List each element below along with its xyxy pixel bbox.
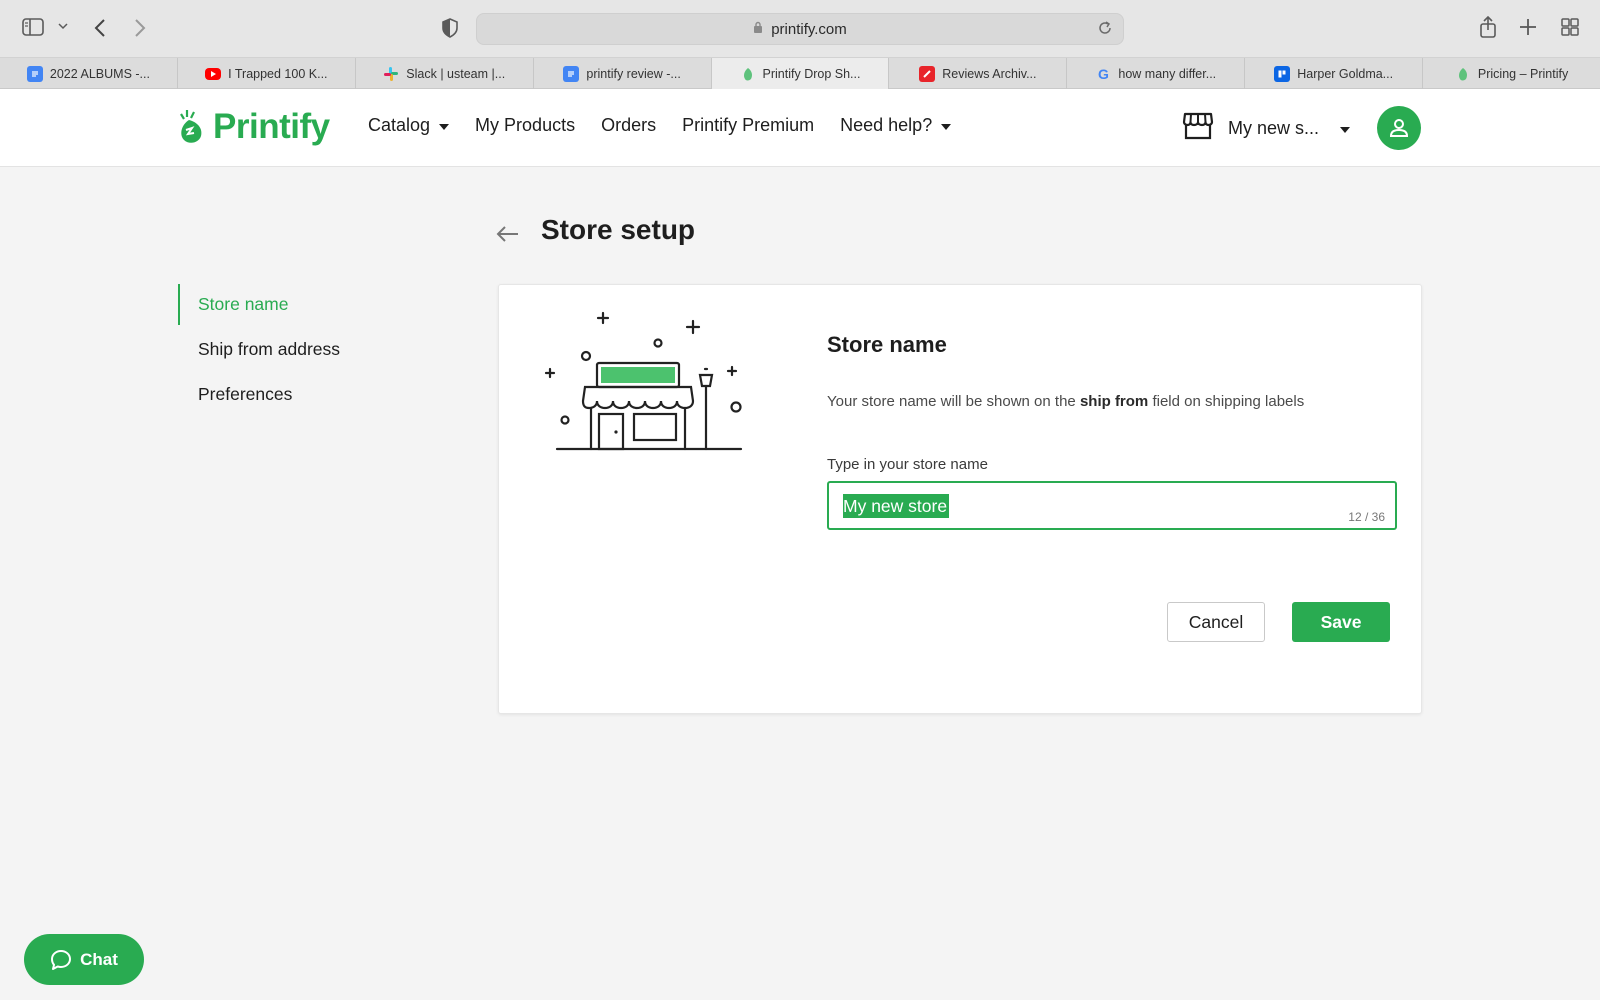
chat-label: Chat <box>80 949 118 969</box>
tab-label: Reviews Archiv... <box>942 66 1037 81</box>
tab-label: Pricing – Printify <box>1477 66 1569 81</box>
tab-label: how many differ... <box>1118 66 1217 81</box>
main-nav: Catalog My Products Orders Printify Prem… <box>368 115 977 136</box>
nav-premium-label: Printify Premium <box>682 115 815 135</box>
tab-overview-icon[interactable] <box>1561 18 1579 36</box>
logo-text: Printify <box>213 107 330 146</box>
browser-tab[interactable]: Harper Goldma... <box>1245 58 1424 89</box>
url-text: printify.com <box>771 20 847 38</box>
nav-catalog[interactable]: Catalog <box>368 115 450 136</box>
nav-orders-label: Orders <box>601 115 657 135</box>
browser-tab[interactable]: 2022 ALBUMS -... <box>0 58 178 89</box>
tab-label: I Trapped 100 K... <box>228 66 328 81</box>
store-selector[interactable]: My new s... <box>1182 111 1350 146</box>
tab-label: Slack | usteam |... <box>406 66 506 81</box>
side-nav-preferences[interactable]: Preferences <box>178 374 438 415</box>
nav-my-products-label: My Products <box>475 115 576 135</box>
card-description: Your store name will be shown on the shi… <box>827 393 1304 410</box>
storefront-illustration <box>543 311 753 476</box>
google-docs-icon <box>563 65 580 82</box>
nav-need-help[interactable]: Need help? <box>840 115 952 136</box>
tab-bar: 2022 ALBUMS -... I Trapped 100 K... Slac… <box>0 58 1600 89</box>
youtube-icon <box>205 67 222 80</box>
store-name-field-label: Type in your store name <box>827 456 988 473</box>
google-icon: G <box>1097 65 1109 82</box>
caret-down-icon <box>941 123 952 130</box>
tab-label: Harper Goldma... <box>1297 66 1394 81</box>
back-arrow-icon[interactable] <box>496 221 520 249</box>
description-bold-text: ship from <box>1079 393 1149 410</box>
storefront-icon <box>1182 111 1214 146</box>
browser-toolbar: printify.com <box>0 0 1600 58</box>
nav-my-products[interactable]: My Products <box>475 115 575 136</box>
forward-icon[interactable] <box>134 18 146 38</box>
browser-tab[interactable]: I Trapped 100 K... <box>178 58 356 89</box>
share-icon[interactable] <box>1479 16 1497 38</box>
store-name-field[interactable]: 12 / 36 <box>827 481 1397 530</box>
description-text: Your store name will be shown on the <box>827 393 1080 410</box>
save-button[interactable]: Save <box>1292 602 1390 642</box>
browser-tab[interactable]: Pricing – Printify <box>1423 58 1600 89</box>
card-title: Store name <box>827 332 947 357</box>
trello-icon <box>1274 65 1291 82</box>
google-docs-icon <box>26 65 43 82</box>
side-nav-ship-from-address[interactable]: Ship from address <box>178 329 438 370</box>
browser-tab[interactable]: Reviews Archiv... <box>889 58 1068 89</box>
nav-catalog-label: Catalog <box>368 115 431 135</box>
side-nav-label: Ship from address <box>198 339 341 359</box>
tab-label: Printify Drop Sh... <box>762 66 861 81</box>
store-selector-label: My new s... <box>1228 118 1320 138</box>
site-header: Printify Catalog My Products Orders Prin… <box>0 89 1600 167</box>
settings-side-nav: Store name Ship from address Preferences <box>178 284 438 419</box>
printify-logo-icon <box>180 110 202 143</box>
character-counter: 12 / 36 <box>1348 510 1385 524</box>
description-text: field on shipping labels <box>1148 393 1305 410</box>
store-name-input[interactable] <box>843 493 1283 519</box>
chevron-down-icon[interactable] <box>58 22 68 30</box>
side-nav-label: Preferences <box>198 384 293 404</box>
browser-tab[interactable]: printify review -... <box>534 58 712 89</box>
caret-down-icon <box>439 123 450 130</box>
tab-label: 2022 ALBUMS -... <box>49 66 150 81</box>
chat-bubble-icon <box>51 949 72 970</box>
printify-icon <box>1455 66 1471 82</box>
sidebar-toggle-icon[interactable] <box>22 18 44 36</box>
store-name-card: Store name Your store name will be shown… <box>498 284 1422 714</box>
new-tab-icon[interactable] <box>1519 18 1537 36</box>
user-icon <box>1389 119 1409 137</box>
nav-help-label: Need help? <box>840 115 933 135</box>
browser-tab[interactable]: G how many differ... <box>1067 58 1246 89</box>
side-nav-label: Store name <box>198 294 289 314</box>
url-bar[interactable]: printify.com <box>476 13 1124 45</box>
printify-icon <box>740 66 756 82</box>
browser-tab[interactable]: Slack | usteam |... <box>356 58 534 89</box>
slack-icon <box>383 66 399 82</box>
reviews-icon <box>919 65 936 82</box>
user-avatar[interactable] <box>1377 106 1421 150</box>
reload-icon[interactable] <box>1097 20 1113 40</box>
printify-logo[interactable]: Printify <box>177 107 330 147</box>
nav-printify-premium[interactable]: Printify Premium <box>682 115 814 136</box>
tab-label: printify review -... <box>586 66 681 81</box>
page-title: Store setup <box>541 214 696 245</box>
chat-button[interactable]: Chat <box>24 934 144 985</box>
side-nav-store-name[interactable]: Store name <box>178 284 438 325</box>
lock-icon <box>753 21 763 38</box>
caret-down-icon <box>1340 126 1350 133</box>
privacy-shield-icon[interactable] <box>441 18 459 38</box>
nav-orders[interactable]: Orders <box>601 115 656 136</box>
cancel-button[interactable]: Cancel <box>1167 602 1265 642</box>
browser-tab-active[interactable]: Printify Drop Sh... <box>711 58 890 89</box>
back-icon[interactable] <box>94 18 106 38</box>
